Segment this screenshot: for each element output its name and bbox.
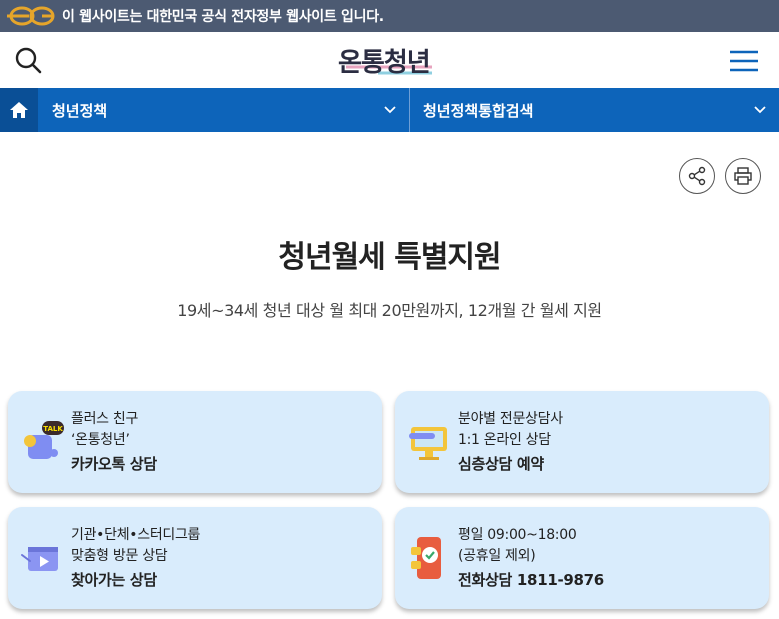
chevron-down-icon — [754, 106, 766, 114]
card-action: 심층상담 예약 — [458, 455, 544, 473]
card-text: 기관•단체•스터디그룹 맞춤형 방문 상담 찾아가는 상담 — [71, 525, 200, 591]
chevron-down-icon — [384, 106, 396, 114]
site-header: 온통청년 — [0, 32, 779, 88]
card-line2: (공휴일 제외) — [458, 548, 536, 564]
eg-logo — [0, 0, 62, 32]
card-line1: 분야별 전문상담사 — [458, 411, 563, 427]
page-title: 청년월세 특별지원 — [278, 240, 501, 275]
phone-consult-card[interactable]: 평일 09:00~18:00 (공휴일 제외) 전화상담 1811-9876 — [395, 507, 769, 609]
breadcrumb-nav: 청년정책 청년정책통합검색 — [0, 88, 779, 132]
nav-dropdown-policy-label: 청년정책 — [52, 101, 108, 120]
card-text: 플러스 친구 ‘온통청년’ 카카오톡 상담 — [71, 409, 157, 475]
card-line2: ‘온통청년’ — [71, 432, 130, 448]
card-line2: 1:1 온라인 상담 — [458, 432, 551, 448]
card-line1: 플러스 친구 — [71, 411, 139, 427]
visit-consult-card[interactable]: 기관•단체•스터디그룹 맞춤형 방문 상담 찾아가는 상담 — [8, 507, 382, 609]
kakaotalk-consult-card[interactable]: TALK 플러스 친구 ‘온통청년’ 카카오톡 상담 — [8, 391, 382, 493]
phone-icon — [407, 535, 453, 581]
card-text: 분야별 전문상담사 1:1 온라인 상담 심층상담 예약 — [458, 409, 563, 475]
site-logo[interactable]: 온통청년 — [338, 40, 442, 80]
online-consult-card[interactable]: 분야별 전문상담사 1:1 온라인 상담 심층상담 예약 — [395, 391, 769, 493]
card-line1: 평일 09:00~18:00 — [458, 527, 577, 543]
video-icon — [20, 535, 66, 581]
card-line2: 맞춤형 방문 상담 — [71, 548, 168, 564]
card-action: 전화상담 1811-9876 — [458, 571, 604, 589]
nav-dropdown-policy[interactable]: 청년정책 — [38, 88, 410, 132]
nav-dropdown-integrated-search[interactable]: 청년정책통합검색 — [410, 88, 779, 132]
svg-text:TALK: TALK — [43, 425, 63, 433]
search-button[interactable] — [14, 46, 46, 76]
share-icon — [688, 166, 706, 186]
kakaotalk-icon: TALK — [20, 419, 66, 465]
gov-banner-text: 이 웹사이트는 대한민국 공식 전자정부 웹사이트 입니다. — [62, 9, 384, 25]
home-icon — [10, 102, 28, 118]
logo-text: 온통청년 — [338, 48, 431, 78]
card-action: 카카오톡 상담 — [71, 455, 157, 473]
menu-button[interactable] — [728, 48, 760, 74]
card-action: 찾아가는 상담 — [71, 571, 157, 589]
search-icon — [15, 47, 42, 74]
card-line1: 기관•단체•스터디그룹 — [71, 527, 201, 543]
hamburger-menu-icon — [730, 50, 758, 72]
share-button[interactable] — [679, 158, 715, 194]
nav-dropdown-integrated-search-label: 청년정책통합검색 — [423, 101, 534, 120]
print-button[interactable] — [725, 158, 761, 194]
card-text: 평일 09:00~18:00 (공휴일 제외) 전화상담 1811-9876 — [458, 525, 604, 591]
page-subtitle: 19세~34세 청년 대상 월 최대 20만원까지, 12개월 간 월세 지원 — [177, 301, 602, 320]
print-icon — [734, 167, 752, 185]
monitor-chat-icon — [407, 419, 453, 465]
home-button[interactable] — [0, 88, 38, 132]
gov-banner: 이 웹사이트는 대한민국 공식 전자정부 웹사이트 입니다. — [0, 0, 779, 32]
